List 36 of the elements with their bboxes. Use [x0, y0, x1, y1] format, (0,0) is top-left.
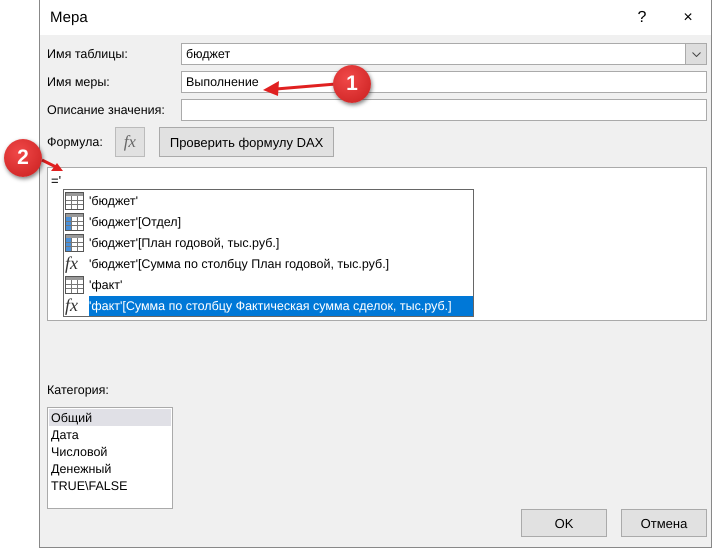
function-icon: fx [65, 295, 87, 316]
list-item[interactable]: TRUE\FALSE [49, 477, 171, 494]
callout-arrow [41, 158, 63, 171]
list-item[interactable]: Общий [49, 409, 171, 426]
close-button[interactable]: × [665, 8, 711, 26]
list-item[interactable]: Числовой [49, 443, 171, 460]
autocomplete-item[interactable]: 'бюджет' [89, 190, 144, 210]
formula-editor[interactable]: =' 'бюджет' 'бюджет'[Отдел] 'бюджет'[План годовой, тыс.руб.] fx 'бюджет'[Сумма по столбцу План годовой, тыс.руб.] 'факт' fx 'факт'[Сумма по столбцу Фактическая сумма сделок, тыс.руб.] [47, 167, 707, 321]
table-icon [65, 276, 84, 294]
column-icon [65, 234, 84, 252]
list-item[interactable]: Дата [49, 426, 171, 443]
list-item[interactable]: Денежный [49, 460, 171, 477]
field-label: Имя таблицы: [47, 47, 129, 61]
column-icon [65, 212, 84, 230]
field-label: Категория: [47, 383, 110, 397]
autocomplete-item[interactable]: 'факт'[Сумма по столбцу Фактическая сумма сделок, тыс.руб.] [89, 296, 473, 316]
autocomplete-item[interactable]: 'бюджет'[Сумма по столбцу План годовой, тыс.руб.] [89, 254, 396, 274]
autocomplete-item[interactable]: 'факт' [89, 274, 128, 294]
dialog-button[interactable]: Отмена [621, 509, 707, 537]
field-label: Описание значения: [47, 103, 166, 117]
table-dropdown[interactable]: бюджет [181, 43, 707, 65]
table-icon [65, 192, 84, 210]
dialog-button[interactable]: OK [521, 509, 607, 537]
field-label: Формула: [47, 135, 103, 149]
help-button[interactable]: ? [619, 8, 665, 26]
window-title: Мера [50, 9, 89, 26]
chevron-down-icon [692, 52, 700, 56]
formula-text: =' [51, 173, 62, 188]
input-field[interactable] [181, 99, 707, 121]
function-icon: fx [65, 253, 87, 274]
autocomplete-item[interactable]: 'бюджет'[План годовой, тыс.руб.] [89, 232, 286, 252]
autocomplete-item[interactable]: 'бюджет'[Отдел] [89, 212, 188, 232]
field-label: Имя меры: [47, 75, 111, 89]
callout-badge: 2 [4, 139, 42, 177]
function-button[interactable]: fx [114, 127, 145, 157]
check-formula-button[interactable]: Проверить формулу DAX [158, 127, 334, 157]
